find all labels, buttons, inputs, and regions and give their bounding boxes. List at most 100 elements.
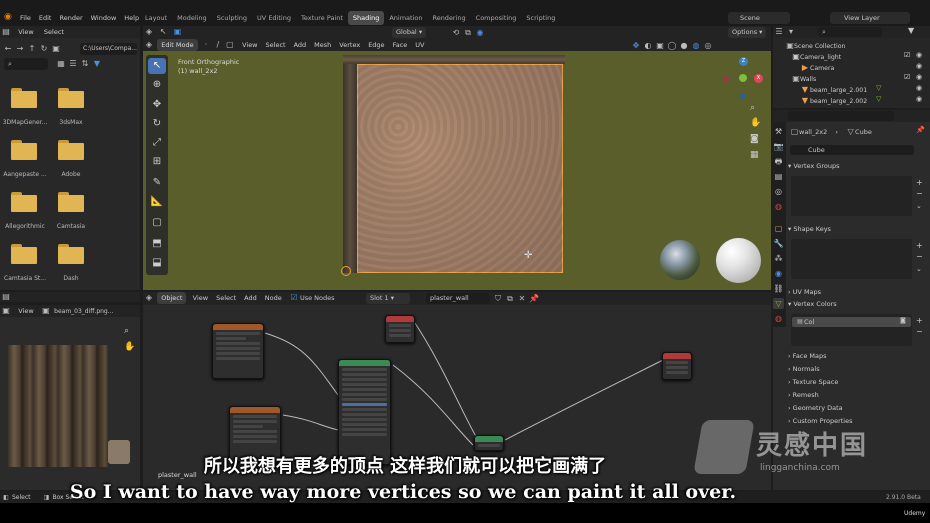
chevron-down-icon[interactable]: ⌄ bbox=[916, 202, 922, 210]
vertex-color-item[interactable]: ▤Col bbox=[792, 317, 911, 327]
vp-menu-mesh[interactable]: Mesh bbox=[310, 39, 335, 51]
visibility-eye-icon[interactable]: ◉ bbox=[916, 62, 922, 70]
shape-keys-list[interactable] bbox=[791, 239, 912, 279]
editor-type-icon[interactable]: ◈ bbox=[143, 292, 155, 304]
wall-beam-top[interactable] bbox=[343, 55, 565, 64]
editor-type-icon[interactable]: ☰ bbox=[773, 26, 785, 38]
tab-texture-paint[interactable]: Texture Paint bbox=[296, 11, 348, 25]
annotate-tool-icon[interactable]: ✎ bbox=[148, 175, 166, 191]
render-tab-icon[interactable]: 📷 bbox=[773, 141, 784, 152]
vertex-select-icon[interactable]: · bbox=[200, 39, 212, 51]
section-geometry-data[interactable]: › Geometry Data bbox=[788, 404, 843, 412]
image-browse-icon[interactable]: ▣ bbox=[40, 305, 52, 317]
ne-menu-select[interactable]: Select bbox=[212, 292, 240, 304]
options-dropdown[interactable]: Options ▾ bbox=[728, 27, 767, 38]
forward-arrow-icon[interactable]: → bbox=[14, 43, 26, 55]
snap-icon[interactable]: ⧉ bbox=[462, 27, 474, 39]
fb-menu-select[interactable]: Select bbox=[40, 26, 68, 38]
fb-search-field[interactable]: ⌕ bbox=[4, 58, 48, 70]
select-tool-icon[interactable]: ↖ bbox=[148, 58, 166, 74]
section-custom-properties[interactable]: › Custom Properties bbox=[788, 417, 853, 425]
slot-dropdown[interactable]: Slot 1 ▾ bbox=[366, 293, 410, 304]
close-icon[interactable]: ✕ bbox=[516, 293, 528, 305]
pan-hand-icon[interactable]: ✋ bbox=[750, 118, 761, 128]
refresh-icon[interactable]: ↻ bbox=[38, 43, 50, 55]
folder-icon[interactable] bbox=[58, 88, 84, 108]
visibility-eye-icon[interactable]: ◉ bbox=[916, 95, 922, 103]
scene-tab-icon[interactable]: ◎ bbox=[773, 186, 784, 197]
vp-menu-edge[interactable]: Edge bbox=[364, 39, 388, 51]
vp-menu-select[interactable]: Select bbox=[262, 39, 290, 51]
mode-dropdown[interactable]: Edit Mode bbox=[157, 39, 198, 51]
vp-menu-view[interactable]: View bbox=[238, 39, 261, 51]
scale-tool-icon[interactable]: ⤢ bbox=[148, 135, 166, 151]
image-name[interactable]: beam_03_diff.png... bbox=[54, 308, 113, 315]
checkbox-icon[interactable]: ☑ bbox=[904, 51, 910, 59]
vertex-groups-list[interactable] bbox=[791, 176, 912, 216]
select-box-icon[interactable]: ▣ bbox=[171, 26, 183, 38]
mesh-data-field[interactable]: Cube bbox=[790, 145, 914, 155]
sort-icon[interactable]: ⇅ bbox=[79, 58, 91, 70]
folder-icon[interactable] bbox=[11, 88, 37, 108]
select-tool-icon[interactable]: ↖ bbox=[157, 26, 169, 38]
physics-tab-icon[interactable]: ◉ bbox=[773, 268, 784, 279]
section-face-maps[interactable]: › Face Maps bbox=[788, 352, 827, 360]
folder-icon[interactable] bbox=[11, 192, 37, 212]
ne-menu-node[interactable]: Node bbox=[261, 292, 286, 304]
properties-search[interactable] bbox=[788, 111, 894, 121]
orientation-dropdown[interactable]: Global ▾ bbox=[392, 27, 427, 38]
object-tab-icon[interactable]: ▢ bbox=[773, 223, 784, 234]
edge-select-icon[interactable]: / bbox=[212, 39, 224, 51]
image-texture-node[interactable] bbox=[212, 323, 264, 379]
section-texture-space[interactable]: › Texture Space bbox=[788, 378, 838, 386]
outliner-row-scene-collection[interactable]: ▣Scene Collection bbox=[786, 40, 845, 51]
particles-tab-icon[interactable]: ⁂ bbox=[773, 253, 784, 264]
material-tab-icon[interactable]: ◍ bbox=[773, 313, 784, 324]
add-icon[interactable]: + bbox=[916, 316, 923, 325]
folder-icon[interactable] bbox=[11, 140, 37, 160]
folder-icon[interactable] bbox=[58, 192, 84, 212]
zoom-icon[interactable]: ⌕ bbox=[124, 326, 129, 336]
tab-uv-editing[interactable]: UV Editing bbox=[252, 11, 296, 25]
visibility-eye-icon[interactable]: ◉ bbox=[916, 73, 922, 81]
move-tool-icon[interactable]: ✥ bbox=[148, 97, 166, 113]
rotate-tool-icon[interactable]: ↻ bbox=[148, 116, 166, 132]
section-vertex-colors[interactable]: ▾ Vertex Colors bbox=[788, 300, 837, 308]
folder-icon[interactable] bbox=[58, 244, 84, 264]
face-select-icon[interactable]: ▢ bbox=[224, 39, 236, 51]
filter-icon[interactable]: ▼ bbox=[91, 58, 103, 70]
visibility-eye-icon[interactable]: ◉ bbox=[916, 51, 922, 59]
add-icon[interactable]: + bbox=[916, 178, 923, 187]
vp-menu-face[interactable]: Face bbox=[389, 39, 412, 51]
material-output-node[interactable] bbox=[662, 352, 692, 380]
scene-selector[interactable]: Scene bbox=[728, 12, 790, 24]
inset-tool-icon[interactable]: ⬓ bbox=[148, 255, 166, 271]
folder-icon[interactable] bbox=[58, 140, 84, 160]
menu-edit[interactable]: Edit bbox=[35, 11, 56, 25]
blender-logo-icon[interactable]: ◉ bbox=[4, 12, 14, 22]
proportional-edit-icon[interactable]: ◉ bbox=[474, 27, 486, 39]
fake-user-icon[interactable]: ⛉ bbox=[492, 293, 504, 305]
mesh-data-tab-icon[interactable]: ▽ bbox=[773, 298, 784, 309]
cursor-tool-icon[interactable]: ⊕ bbox=[148, 77, 166, 93]
tab-modeling[interactable]: Modeling bbox=[172, 11, 212, 25]
fb-menu-view[interactable]: View bbox=[14, 26, 37, 38]
navigation-gizmo[interactable]: Z X bbox=[722, 57, 766, 101]
ie-menu-view[interactable]: View bbox=[14, 305, 37, 317]
vp-menu-add[interactable]: Add bbox=[290, 39, 311, 51]
ne-menu-add[interactable]: Add bbox=[240, 292, 261, 304]
tab-rendering[interactable]: Rendering bbox=[427, 11, 470, 25]
parent-dir-icon[interactable]: ↑ bbox=[26, 43, 38, 55]
tab-scripting[interactable]: Scripting bbox=[521, 11, 560, 25]
folder-icon[interactable] bbox=[11, 244, 37, 264]
add-icon[interactable]: + bbox=[916, 241, 923, 250]
world-tab-icon[interactable]: ◍ bbox=[773, 201, 784, 212]
tab-sculpting[interactable]: Sculpting bbox=[212, 11, 252, 25]
view-layer-tab-icon[interactable]: ▤ bbox=[773, 171, 784, 182]
outliner-row-camera[interactable]: ▶ Camera bbox=[800, 62, 834, 73]
outliner-row-beam-2[interactable]: ▼ beam_large_2.002 bbox=[800, 95, 867, 106]
shader-type-dropdown[interactable]: Object bbox=[157, 292, 187, 304]
constraints-tab-icon[interactable]: ⛓ bbox=[773, 283, 784, 294]
tab-compositing[interactable]: Compositing bbox=[471, 11, 522, 25]
menu-render[interactable]: Render bbox=[55, 11, 86, 25]
